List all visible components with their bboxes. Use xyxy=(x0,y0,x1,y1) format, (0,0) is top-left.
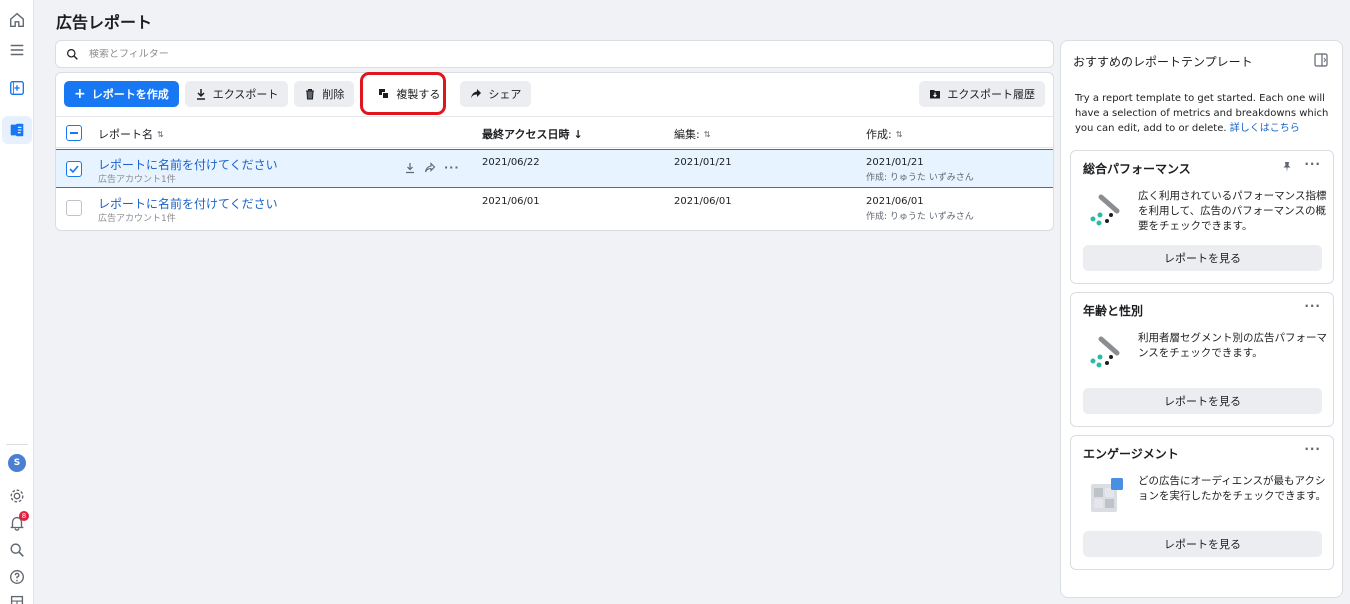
trash-icon xyxy=(306,89,315,100)
column-header-last-access[interactable]: 最終アクセス日時 ↓ xyxy=(482,126,583,142)
settings-icon[interactable] xyxy=(0,482,34,510)
duplicate-highlight-annotation xyxy=(360,72,446,115)
export-label: エクスポート xyxy=(212,88,279,101)
add-campaign-icon[interactable] xyxy=(0,74,34,102)
share-icon xyxy=(471,89,482,99)
last-access-cell: 2021/06/01 xyxy=(482,196,540,207)
sort-icon: ⇅ xyxy=(703,129,711,139)
download-icon[interactable] xyxy=(404,162,416,174)
plus-icon: + xyxy=(74,86,86,102)
sort-icon: ⇅ xyxy=(895,129,903,139)
create-report-label: レポートを作成 xyxy=(91,88,169,101)
create-report-button[interactable]: + レポートを作成 xyxy=(64,81,179,107)
view-report-button[interactable]: レポートを見る xyxy=(1083,531,1322,557)
reports-icon[interactable] xyxy=(2,116,32,144)
notifications-icon[interactable]: 8 xyxy=(0,509,34,537)
template-description: 広く利用されているパフォーマンス指標を利用して、広告のパフォーマンスの概要をチェ… xyxy=(1138,190,1327,232)
panels-icon[interactable] xyxy=(0,588,34,604)
chart-illustration-icon xyxy=(1090,336,1120,368)
delete-button[interactable]: 削除 xyxy=(294,81,355,107)
template-card-overall-performance: 総合パフォーマンス ··· 広く利用されているパフォーマンス指標を利用して、広告… xyxy=(1070,150,1334,284)
collapse-panel-icon[interactable] xyxy=(1314,53,1328,67)
template-description: 利用者層セグメント別の広告パフォーマンスをチェックできます。 xyxy=(1138,332,1327,359)
home-icon[interactable] xyxy=(0,6,34,34)
table-header: レポート名 ⇅ 最終アクセス日時 ↓ 編集: ⇅ 作成: ⇅ xyxy=(56,116,1055,148)
column-header-name-label: レポート名 xyxy=(98,128,153,141)
template-title: 年齢と性別 xyxy=(1083,304,1144,318)
search-icon xyxy=(67,48,78,60)
table-row[interactable]: レポートに名前を付けてください 広告アカウント1件 2021/06/01 202… xyxy=(56,189,1053,228)
report-account-count: 広告アカウント1件 xyxy=(98,214,176,224)
help-icon[interactable] xyxy=(0,563,34,591)
panel-title: おすすめのレポートテンプレート xyxy=(1073,55,1253,69)
panel-description: Try a report template to get started. Ea… xyxy=(1075,91,1333,136)
created-by-cell: 作成: りゅうた いずみさん xyxy=(866,173,974,183)
folder-download-icon xyxy=(930,90,941,99)
row-checkbox[interactable] xyxy=(66,200,82,216)
select-all-checkbox[interactable] xyxy=(66,125,82,141)
delete-label: 削除 xyxy=(322,88,345,101)
template-description: どの広告にオーディエンスが最もアクションを実行したかをチェックできます。 xyxy=(1138,475,1326,502)
account-avatar[interactable]: S xyxy=(0,449,34,477)
engagement-illustration-icon xyxy=(1091,478,1123,512)
column-header-created[interactable]: 作成: ⇅ xyxy=(866,126,902,142)
created-by-cell: 作成: りゅうた いずみさん xyxy=(866,212,974,222)
last-access-cell: 2021/06/22 xyxy=(482,157,540,168)
edited-cell: 2021/06/01 xyxy=(674,196,732,207)
view-report-button[interactable]: レポートを見る xyxy=(1083,245,1322,271)
row-checkbox[interactable] xyxy=(66,161,82,177)
notification-badge: 8 xyxy=(19,511,29,521)
export-history-label: エクスポート履歴 xyxy=(947,88,1035,101)
created-cell: 2021/01/21 xyxy=(866,157,924,168)
column-header-edited[interactable]: 編集: ⇅ xyxy=(674,126,710,142)
template-card-age-gender: 年齢と性別 ··· 利用者層セグメント別の広告パフォーマンスをチェックできます。… xyxy=(1070,292,1334,427)
reports-table-card: + レポートを作成 エクスポート 削除 複製する シェア エクスポート履歴 レポ… xyxy=(55,72,1055,231)
column-header-last-access-label: 最終アクセス日時 xyxy=(482,128,570,141)
pin-icon[interactable] xyxy=(1281,161,1293,173)
report-name-link[interactable]: レポートに名前を付けてください xyxy=(98,156,278,173)
search-input[interactable] xyxy=(89,48,989,60)
template-card-engagement: エンゲージメント ··· どの広告にオーディエンスが最もアクションを実行したかを… xyxy=(1070,435,1334,570)
sort-icon: ⇅ xyxy=(157,129,164,139)
view-report-button[interactable]: レポートを見る xyxy=(1083,388,1322,414)
rail-divider xyxy=(6,444,28,445)
column-header-edited-label: 編集: xyxy=(674,128,700,141)
more-options-icon[interactable]: ··· xyxy=(1304,157,1321,171)
more-options-icon[interactable]: ··· xyxy=(1304,442,1321,456)
search-nav-icon[interactable] xyxy=(0,536,34,564)
share-label: シェア xyxy=(488,88,522,101)
search-bar[interactable] xyxy=(55,40,1054,68)
left-nav-rail: S 8 xyxy=(0,0,34,604)
more-options-icon[interactable]: ··· xyxy=(1304,299,1321,313)
avatar: S xyxy=(8,454,26,472)
export-button[interactable]: エクスポート xyxy=(184,81,289,107)
toolbar: + レポートを作成 エクスポート 削除 複製する シェア xyxy=(64,81,532,108)
chart-illustration-icon xyxy=(1090,194,1120,226)
table-row[interactable]: レポートに名前を付けてください 広告アカウント1件 ··· 2021/06/22… xyxy=(56,149,1053,188)
created-cell: 2021/06/01 xyxy=(866,196,924,207)
column-header-name[interactable]: レポート名 ⇅ xyxy=(98,126,164,142)
row-actions: ··· xyxy=(404,161,460,174)
report-name-link[interactable]: レポートに名前を付けてください xyxy=(98,195,278,212)
more-options-icon[interactable]: ··· xyxy=(444,161,460,174)
menu-icon[interactable] xyxy=(0,36,34,64)
download-icon xyxy=(196,89,205,100)
share-button[interactable]: シェア xyxy=(460,81,532,107)
export-history-button[interactable]: エクスポート履歴 xyxy=(919,81,1045,107)
share-icon[interactable] xyxy=(424,161,436,174)
column-header-created-label: 作成: xyxy=(866,128,892,141)
template-panel: おすすめのレポートテンプレート Try a report template to… xyxy=(1060,40,1343,598)
report-account-count: 広告アカウント1件 xyxy=(98,175,176,185)
sort-desc-icon: ↓ xyxy=(573,127,583,141)
template-title: 総合パフォーマンス xyxy=(1083,162,1191,176)
edited-cell: 2021/01/21 xyxy=(674,157,732,168)
page-title: 広告レポート xyxy=(56,13,153,32)
template-title: エンゲージメント xyxy=(1083,447,1179,461)
learn-more-link[interactable]: 詳しくはこちら xyxy=(1230,123,1300,134)
